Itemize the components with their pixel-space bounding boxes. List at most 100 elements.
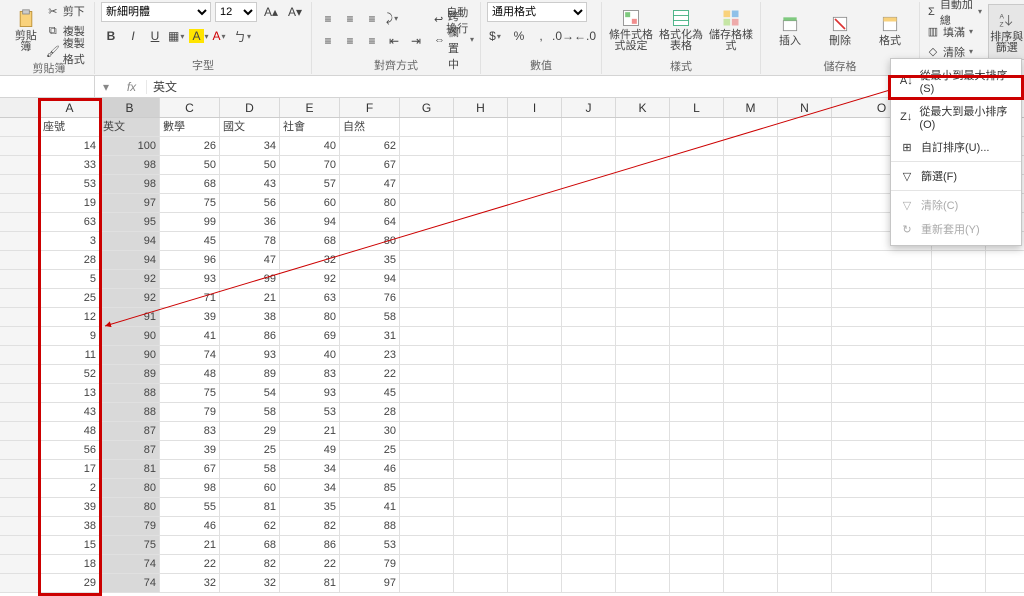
- cell[interactable]: [562, 574, 616, 592]
- row-header[interactable]: [0, 384, 40, 402]
- cell[interactable]: 55: [160, 498, 220, 516]
- cell[interactable]: [724, 403, 778, 421]
- row-header[interactable]: [0, 441, 40, 459]
- cell[interactable]: [778, 289, 832, 307]
- cell[interactable]: 89: [220, 365, 280, 383]
- cell[interactable]: [778, 156, 832, 174]
- cell[interactable]: [724, 460, 778, 478]
- sort-desc-item[interactable]: Z↓從最大到最小排序(O): [891, 99, 1021, 135]
- cell[interactable]: 41: [340, 498, 400, 516]
- cell[interactable]: [832, 536, 932, 554]
- cell[interactable]: [508, 232, 562, 250]
- cell[interactable]: 90: [100, 346, 160, 364]
- fill-color-button[interactable]: A▾: [189, 26, 209, 46]
- cell[interactable]: [454, 327, 508, 345]
- cell[interactable]: [670, 365, 724, 383]
- cell[interactable]: [832, 460, 932, 478]
- cell[interactable]: [670, 574, 724, 592]
- cell[interactable]: [724, 308, 778, 326]
- cell[interactable]: [778, 194, 832, 212]
- cell[interactable]: 80: [100, 498, 160, 516]
- cell[interactable]: 86: [280, 536, 340, 554]
- cell[interactable]: 83: [280, 365, 340, 383]
- inc-decimal-button[interactable]: .0→: [553, 26, 573, 46]
- cell[interactable]: [454, 479, 508, 497]
- cell[interactable]: [832, 346, 932, 364]
- cell[interactable]: [454, 118, 508, 136]
- cell[interactable]: 92: [100, 270, 160, 288]
- cell[interactable]: [724, 270, 778, 288]
- cell[interactable]: 47: [340, 175, 400, 193]
- cell[interactable]: 49: [280, 441, 340, 459]
- cell[interactable]: 88: [100, 384, 160, 402]
- cell[interactable]: [454, 536, 508, 554]
- cell[interactable]: [724, 517, 778, 535]
- cell[interactable]: [562, 441, 616, 459]
- cell[interactable]: [454, 441, 508, 459]
- cell[interactable]: 99: [220, 270, 280, 288]
- cell[interactable]: [932, 479, 986, 497]
- cell[interactable]: 96: [160, 251, 220, 269]
- indent-inc-button[interactable]: ⇥: [406, 31, 426, 51]
- cell[interactable]: 58: [220, 460, 280, 478]
- cell[interactable]: 53: [280, 403, 340, 421]
- cell[interactable]: 100: [100, 137, 160, 155]
- cell[interactable]: [400, 289, 454, 307]
- cell[interactable]: [454, 137, 508, 155]
- cell[interactable]: [670, 251, 724, 269]
- cell[interactable]: 23: [340, 346, 400, 364]
- cell[interactable]: [616, 574, 670, 592]
- cell[interactable]: [778, 270, 832, 288]
- cell[interactable]: 79: [340, 555, 400, 573]
- cell[interactable]: 82: [280, 517, 340, 535]
- cell[interactable]: 76: [340, 289, 400, 307]
- cell[interactable]: [508, 479, 562, 497]
- cell[interactable]: 自然: [340, 118, 400, 136]
- cell[interactable]: [616, 194, 670, 212]
- cell[interactable]: [454, 403, 508, 421]
- cell[interactable]: [616, 270, 670, 288]
- cell[interactable]: 15: [40, 536, 100, 554]
- cell[interactable]: [400, 137, 454, 155]
- cell[interactable]: [508, 498, 562, 516]
- cell[interactable]: [508, 175, 562, 193]
- row-header[interactable]: [0, 403, 40, 421]
- cell[interactable]: 39: [160, 441, 220, 459]
- cell[interactable]: [778, 498, 832, 516]
- cell[interactable]: [400, 422, 454, 440]
- cell[interactable]: 86: [220, 327, 280, 345]
- cell[interactable]: [508, 384, 562, 402]
- cell[interactable]: [562, 555, 616, 573]
- cell[interactable]: [616, 555, 670, 573]
- cell[interactable]: 32: [220, 574, 280, 592]
- cell[interactable]: 68: [160, 175, 220, 193]
- cell[interactable]: [932, 555, 986, 573]
- cell[interactable]: [508, 536, 562, 554]
- column-header-K[interactable]: K: [616, 98, 670, 117]
- cell[interactable]: [616, 479, 670, 497]
- cell[interactable]: 2: [40, 479, 100, 497]
- cell[interactable]: [670, 308, 724, 326]
- name-box[interactable]: [0, 76, 95, 97]
- cell[interactable]: 26: [160, 137, 220, 155]
- cell[interactable]: [562, 384, 616, 402]
- cell[interactable]: 97: [340, 574, 400, 592]
- cell[interactable]: 座號: [40, 118, 100, 136]
- row-header[interactable]: [0, 289, 40, 307]
- cell[interactable]: 99: [160, 213, 220, 231]
- bold-button[interactable]: B: [101, 26, 121, 46]
- fill-button[interactable]: ▥填滿▾: [926, 23, 984, 41]
- cell[interactable]: [508, 460, 562, 478]
- cell[interactable]: 11: [40, 346, 100, 364]
- cell[interactable]: 50: [160, 156, 220, 174]
- cell[interactable]: [562, 270, 616, 288]
- cell[interactable]: [562, 156, 616, 174]
- cell[interactable]: [616, 441, 670, 459]
- cell[interactable]: [454, 213, 508, 231]
- cell[interactable]: 87: [100, 441, 160, 459]
- cell[interactable]: 53: [340, 536, 400, 554]
- cell[interactable]: [832, 479, 932, 497]
- cut-button[interactable]: ✂剪下: [46, 2, 88, 20]
- column-header-F[interactable]: F: [340, 98, 400, 117]
- cell[interactable]: [670, 346, 724, 364]
